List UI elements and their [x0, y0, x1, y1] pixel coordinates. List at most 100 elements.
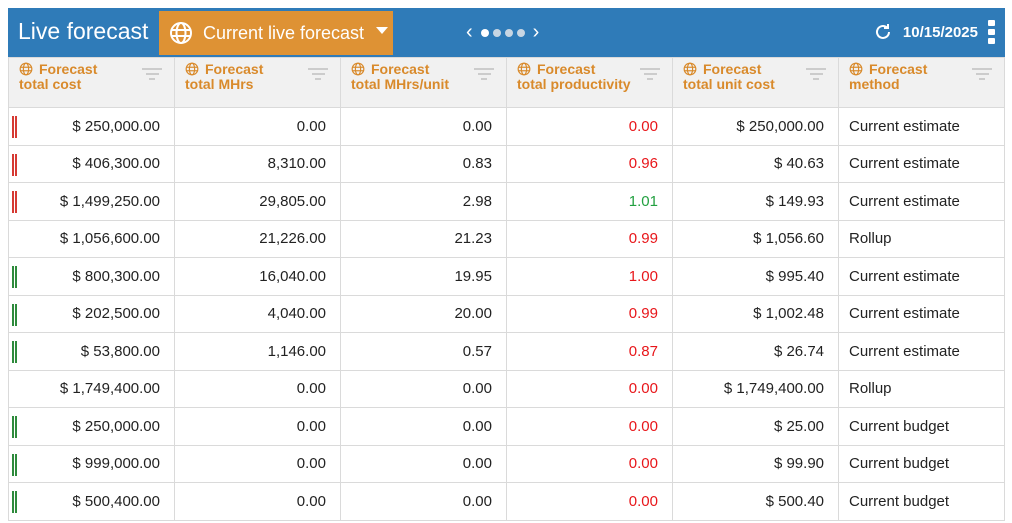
- cell-cost[interactable]: $ 250,000.00: [8, 107, 175, 146]
- more-menu-icon[interactable]: [988, 20, 995, 44]
- cell-mhrs[interactable]: 0.00: [174, 407, 341, 446]
- cell-prod[interactable]: 0.00: [506, 107, 673, 146]
- cell-prod[interactable]: 0.96: [506, 144, 673, 183]
- table-row[interactable]: $ 999,000.00 0.00 0.00 0.00 $ 99.90 Current b…: [8, 444, 1005, 483]
- cell-mhrs-unit[interactable]: 20.00: [340, 294, 507, 333]
- cell-method[interactable]: Current estimate: [838, 107, 1005, 146]
- filter-icon[interactable]: [806, 68, 826, 83]
- cell-mhrs-unit[interactable]: 2.98: [340, 182, 507, 221]
- cell-unit-cost[interactable]: $ 1,749,400.00: [672, 369, 839, 408]
- cell-mhrs-unit[interactable]: 0.83: [340, 144, 507, 183]
- cell-method[interactable]: Current estimate: [838, 182, 1005, 221]
- cell-cost[interactable]: $ 1,499,250.00: [8, 182, 175, 221]
- refresh-icon[interactable]: [873, 22, 893, 42]
- top-bar: Live forecast Current live forecast ‹ › …: [8, 8, 1005, 57]
- cell-prod[interactable]: 0.00: [506, 482, 673, 521]
- cell-mhrs-unit[interactable]: 0.00: [340, 407, 507, 446]
- table-row[interactable]: $ 500,400.00 0.00 0.00 0.00 $ 500.40 Current …: [8, 482, 1005, 521]
- cell-mhrs-unit[interactable]: 21.23: [340, 219, 507, 258]
- table-row[interactable]: $ 250,000.00 0.00 0.00 0.00 $ 250,000.00 Curr…: [8, 107, 1005, 146]
- cell-unit-cost[interactable]: $ 25.00: [672, 407, 839, 446]
- cell-prod[interactable]: 0.99: [506, 219, 673, 258]
- filter-icon[interactable]: [474, 68, 494, 83]
- cell-unit-cost[interactable]: $ 250,000.00: [672, 107, 839, 146]
- column-header[interactable]: Forecast total cost: [8, 57, 175, 108]
- cell-unit-cost[interactable]: $ 1,056.60: [672, 219, 839, 258]
- cell-mhrs-unit[interactable]: 19.95: [340, 257, 507, 296]
- cell-mhrs[interactable]: 0.00: [174, 444, 341, 483]
- cell-method[interactable]: Rollup: [838, 369, 1005, 408]
- cell-unit-cost[interactable]: $ 40.63: [672, 144, 839, 183]
- table-row[interactable]: $ 800,300.00 16,040.00 19.95 1.00 $ 995.40 Cu…: [8, 257, 1005, 296]
- column-header[interactable]: Forecast method: [838, 57, 1005, 108]
- page-dot[interactable]: [504, 28, 513, 37]
- cell-mhrs[interactable]: 4,040.00: [174, 294, 341, 333]
- cell-mhrs-unit[interactable]: 0.00: [340, 369, 507, 408]
- cell-method[interactable]: Current budget: [838, 482, 1005, 521]
- cell-method[interactable]: Current budget: [838, 444, 1005, 483]
- cell-mhrs[interactable]: 0.00: [174, 482, 341, 521]
- cell-mhrs[interactable]: 29,805.00: [174, 182, 341, 221]
- cell-prod[interactable]: 1.00: [506, 257, 673, 296]
- column-header[interactable]: Forecast total productivity: [506, 57, 673, 108]
- filter-icon[interactable]: [640, 68, 660, 83]
- cell-method[interactable]: Rollup: [838, 219, 1005, 258]
- cell-mhrs[interactable]: 16,040.00: [174, 257, 341, 296]
- column-header[interactable]: Forecast total MHrs/unit: [340, 57, 507, 108]
- cell-prod[interactable]: 0.00: [506, 369, 673, 408]
- cell-prod[interactable]: 1.01: [506, 182, 673, 221]
- cell-method[interactable]: Current estimate: [838, 144, 1005, 183]
- table-row[interactable]: $ 202,500.00 4,040.00 20.00 0.99 $ 1,002.48 C…: [8, 294, 1005, 333]
- cell-cost[interactable]: $ 999,000.00: [8, 444, 175, 483]
- cell-cost[interactable]: $ 406,300.00: [8, 144, 175, 183]
- cell-unit-cost[interactable]: $ 99.90: [672, 444, 839, 483]
- cell-unit-cost[interactable]: $ 500.40: [672, 482, 839, 521]
- column-header[interactable]: Forecast total unit cost: [672, 57, 839, 108]
- cell-mhrs-unit[interactable]: 0.00: [340, 482, 507, 521]
- cell-method[interactable]: Current budget: [838, 407, 1005, 446]
- page-dot[interactable]: [492, 28, 501, 37]
- cell-cost[interactable]: $ 1,749,400.00: [8, 369, 175, 408]
- forecast-dropdown[interactable]: Current live forecast: [159, 11, 393, 55]
- column-header[interactable]: Forecast total MHrs: [174, 57, 341, 108]
- cell-method[interactable]: Current estimate: [838, 332, 1005, 371]
- cell-mhrs-unit[interactable]: 0.57: [340, 332, 507, 371]
- cell-cost[interactable]: $ 500,400.00: [8, 482, 175, 521]
- cell-cost[interactable]: $ 800,300.00: [8, 257, 175, 296]
- cell-mhrs[interactable]: 8,310.00: [174, 144, 341, 183]
- table-row[interactable]: $ 250,000.00 0.00 0.00 0.00 $ 25.00 Current b…: [8, 407, 1005, 446]
- cell-cost[interactable]: $ 250,000.00: [8, 407, 175, 446]
- chevron-right-icon[interactable]: ›: [533, 21, 540, 44]
- cell-mhrs[interactable]: 0.00: [174, 107, 341, 146]
- filter-icon[interactable]: [308, 68, 328, 83]
- cell-unit-cost[interactable]: $ 26.74: [672, 332, 839, 371]
- cell-mhrs-unit[interactable]: 0.00: [340, 444, 507, 483]
- cell-unit-cost[interactable]: $ 995.40: [672, 257, 839, 296]
- table-row[interactable]: $ 1,499,250.00 29,805.00 2.98 1.01 $ 149.93 C…: [8, 182, 1005, 221]
- cell-prod[interactable]: 0.00: [506, 407, 673, 446]
- cell-cost[interactable]: $ 53,800.00: [8, 332, 175, 371]
- table-row[interactable]: $ 1,056,600.00 21,226.00 21.23 0.99 $ 1,056.…: [8, 219, 1005, 258]
- chevron-left-icon[interactable]: ‹: [466, 21, 473, 44]
- cell-mhrs[interactable]: 1,146.00: [174, 332, 341, 371]
- cell-prod[interactable]: 0.87: [506, 332, 673, 371]
- filter-icon[interactable]: [142, 68, 162, 83]
- page-dot[interactable]: [516, 28, 525, 37]
- page-dot[interactable]: [480, 28, 489, 37]
- cell-cost[interactable]: $ 202,500.00: [8, 294, 175, 333]
- table-row[interactable]: $ 406,300.00 8,310.00 0.83 0.96 $ 40.63 Curre…: [8, 144, 1005, 183]
- cell-mhrs-unit[interactable]: 0.00: [340, 107, 507, 146]
- cell-method[interactable]: Current estimate: [838, 294, 1005, 333]
- table-row[interactable]: $ 1,749,400.00 0.00 0.00 0.00 $ 1,749,400.00…: [8, 369, 1005, 408]
- cell-mhrs[interactable]: 21,226.00: [174, 219, 341, 258]
- cell-prod[interactable]: 0.00: [506, 444, 673, 483]
- cell-prod[interactable]: 0.99: [506, 294, 673, 333]
- cell-cost[interactable]: $ 1,056,600.00: [8, 219, 175, 258]
- cell-unit-cost[interactable]: $ 149.93: [672, 182, 839, 221]
- cell-unit-cost[interactable]: $ 1,002.48: [672, 294, 839, 333]
- cell-method[interactable]: Current estimate: [838, 257, 1005, 296]
- cell-value: $ 1,056,600.00: [59, 230, 160, 248]
- table-row[interactable]: $ 53,800.00 1,146.00 0.57 0.87 $ 26.74 Curren…: [8, 332, 1005, 371]
- filter-icon[interactable]: [972, 68, 992, 83]
- cell-mhrs[interactable]: 0.00: [174, 369, 341, 408]
